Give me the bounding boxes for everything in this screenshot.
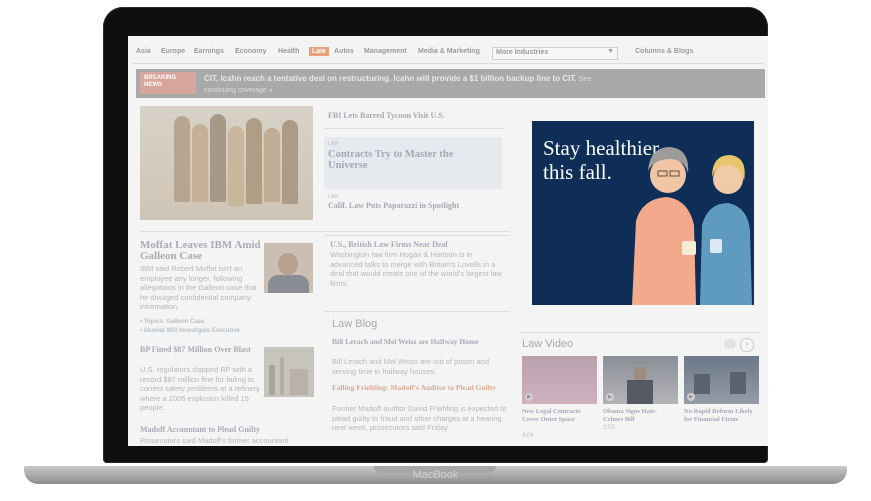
- play-icon: ▶: [687, 393, 695, 401]
- ad-illustration: [632, 147, 752, 305]
- headline-fbi[interactable]: FBI Lets Barred Tycoon Visit U.S.: [328, 111, 445, 120]
- headline-contracts[interactable]: Contracts Try to Master the Universe: [328, 149, 493, 171]
- story-title-law-firms[interactable]: U.S., British Law Firms Near Deal: [330, 240, 510, 249]
- story-body-law-firms: Washington law firm Hogan & Hartson is i…: [330, 250, 502, 288]
- video-duration: 2:55: [603, 425, 615, 431]
- topic-link-galleon[interactable]: • Topics: Galleon Case: [140, 319, 204, 325]
- blog-post-body-lerach: Bill Lerach and Mel Weiss are out of pri…: [332, 357, 490, 376]
- photo-figure: [174, 116, 190, 202]
- nav-item-europe[interactable]: Europe: [161, 48, 185, 55]
- moffat-photo[interactable]: [264, 243, 313, 293]
- carousel-prev-button[interactable]: [724, 339, 736, 349]
- photo-figure: [210, 114, 226, 202]
- nav-item-autos[interactable]: Autos: [334, 48, 354, 55]
- divider: [520, 332, 760, 333]
- blog-post-body-friehling: Former Madoff auditor David Friehling is…: [332, 404, 507, 432]
- industry-nav: Asia Europe Earnings Economy Health Law …: [132, 44, 764, 64]
- divider: [324, 235, 510, 236]
- story-title-bp[interactable]: BP Fined $87 Million Over Blast: [140, 345, 260, 354]
- breaking-news-bar: BREAKING NEWS CIT, Icahn reach a tentati…: [136, 69, 765, 98]
- more-industries-select[interactable]: More Industries ▼: [492, 47, 618, 60]
- breaking-headline[interactable]: CIT, Icahn reach a tentative deal on res…: [204, 74, 577, 83]
- photo-figure: [228, 126, 244, 206]
- video-thumb-space[interactable]: ▶: [522, 356, 597, 404]
- nav-item-law[interactable]: Law: [309, 47, 329, 56]
- divider: [324, 311, 510, 312]
- nav-item-health[interactable]: Health: [278, 48, 299, 55]
- video-title-space[interactable]: New Legal Contracts Cover Outer Space: [522, 408, 596, 423]
- photo-figure: [282, 120, 298, 204]
- nav-item-earnings[interactable]: Earnings: [194, 48, 224, 55]
- browser-screen: Asia Europe Earnings Economy Health Law …: [128, 36, 768, 446]
- chevron-down-icon: ▼: [607, 48, 614, 55]
- story-title-madoff-accountant[interactable]: Madoff Accountant to Plead Guilty: [140, 425, 340, 434]
- blog-post-title-lerach[interactable]: Bill Lerach and Mel Weiss are Halfway Ho…: [332, 337, 502, 346]
- law-video-title[interactable]: Law Video: [522, 338, 573, 350]
- video-thumb-obama[interactable]: ▶: [603, 356, 678, 404]
- breaking-news-tag: BREAKING NEWS: [140, 72, 196, 94]
- play-icon: ▶: [525, 393, 533, 401]
- headline-kicker: LAW: [328, 194, 339, 200]
- story-body-madoff-accountant: Prosecutors said Madoff's former account…: [140, 436, 289, 445]
- device-brand-label: MacBook: [412, 469, 459, 481]
- topic-link-akamai[interactable]: • Akamai Will Investigate Executive: [140, 328, 240, 334]
- nav-item-media-marketing[interactable]: Media & Marketing: [418, 48, 480, 55]
- story-title-moffat[interactable]: Moffat Leaves IBM Amid Galleon Case: [140, 240, 266, 262]
- photo-figure: [192, 124, 208, 202]
- play-icon: ▶: [606, 393, 614, 401]
- nav-item-management[interactable]: Management: [364, 48, 407, 55]
- headline-kicker: LAW: [328, 141, 339, 147]
- hero-photo[interactable]: [140, 106, 313, 220]
- video-thumb-reform[interactable]: ▶: [684, 356, 759, 404]
- carousel-next-button[interactable]: ›: [740, 338, 754, 352]
- headline-paparazzi[interactable]: Calif. Law Puts Paparazzi in Spotlight: [328, 201, 459, 210]
- photo-figure: [264, 128, 280, 202]
- divider: [140, 231, 510, 232]
- video-title-reform[interactable]: No Rapid Reform Likely for Financial Fir…: [684, 408, 758, 423]
- nav-item-economy[interactable]: Economy: [235, 48, 267, 55]
- advertisement[interactable]: Stay healthier this fall.: [532, 121, 754, 305]
- law-blog-title[interactable]: Law Blog: [332, 318, 377, 330]
- blog-post-title-friehling[interactable]: Falling Friehling: Madoff's Auditor to P…: [332, 383, 502, 392]
- nav-item-columns-blogs[interactable]: Columns & Blogs: [635, 48, 693, 55]
- divider: [324, 128, 504, 129]
- bp-refinery-photo[interactable]: [264, 347, 314, 397]
- nav-item-asia[interactable]: Asia: [136, 48, 151, 55]
- more-industries-label: More Industries: [496, 49, 549, 56]
- story-body-bp: U.S. regulators slapped BP with a record…: [140, 365, 260, 412]
- story-body-moffat: IBM said Robert Moffat isn't an employee…: [140, 264, 257, 311]
- breaking-news-text: CIT, Icahn reach a tentative deal on res…: [204, 74, 594, 96]
- video-duration: 4:04: [522, 433, 534, 439]
- video-title-obama[interactable]: Obama Signs Hate-Crimes Bill: [603, 408, 677, 423]
- photo-figure: [246, 118, 262, 204]
